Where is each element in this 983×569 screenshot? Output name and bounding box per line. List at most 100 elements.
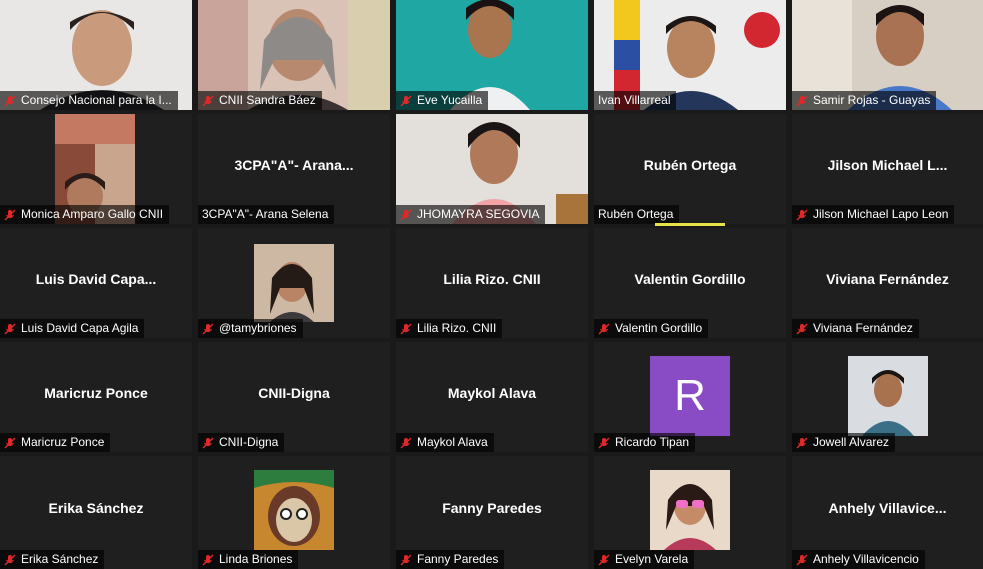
participant-display-name: Luis David Capa... bbox=[35, 270, 157, 287]
participant-initial-avatar: R bbox=[650, 356, 730, 436]
participant-display-name: CNII-Digna bbox=[258, 384, 330, 401]
active-speaker-indicator bbox=[655, 223, 725, 226]
participant-display-name: 3CPA"A"- Arana... bbox=[234, 156, 354, 173]
participant-name-label: @tamybriones bbox=[198, 319, 303, 338]
participant-avatar-photo bbox=[650, 470, 730, 550]
participant-name-label: Eve Yucailla bbox=[396, 91, 489, 110]
mic-muted-icon bbox=[400, 95, 412, 106]
participant-name-label: Ricardo Tipan bbox=[594, 433, 696, 452]
participant-name-label: Valentin Gordillo bbox=[594, 319, 709, 338]
participant-name: Valentin Gordillo bbox=[615, 321, 703, 335]
mic-muted-icon bbox=[4, 437, 16, 448]
participant-name-label: CNII Sandra Báez bbox=[198, 91, 322, 110]
participant-tile[interactable]: Evelyn Varela bbox=[594, 456, 786, 569]
participant-name: Monica Amparo Gallo CNII bbox=[21, 207, 164, 221]
mic-muted-icon bbox=[796, 95, 808, 106]
participant-tile[interactable]: Consejo Nacional para la I... bbox=[0, 0, 192, 110]
mic-muted-icon bbox=[4, 209, 16, 220]
participant-tile[interactable]: Maricruz Ponce Maricruz Ponce bbox=[0, 342, 192, 452]
participant-name-label: Rubén Ortega bbox=[594, 205, 680, 224]
participant-tile[interactable]: Eve Yucailla bbox=[396, 0, 588, 110]
participant-name: Eve Yucailla bbox=[417, 93, 483, 107]
participant-tile-active-speaker[interactable]: Ivan Villarreal bbox=[594, 0, 786, 110]
participant-tile[interactable]: Samir Rojas - Guayas bbox=[792, 0, 983, 110]
participant-name-label: Evelyn Varela bbox=[594, 550, 695, 569]
participant-avatar-photo bbox=[254, 470, 334, 550]
participant-name-label: JHOMAYRA SEGOVIA bbox=[396, 205, 546, 224]
participant-name: Ivan Villarreal bbox=[598, 93, 671, 107]
participant-tile[interactable]: Jilson Michael L... Jilson Michael Lapo … bbox=[792, 114, 983, 224]
participant-name: @tamybriones bbox=[219, 321, 297, 335]
mic-muted-icon bbox=[598, 554, 610, 565]
participant-name-label: Erika Sánchez bbox=[0, 550, 105, 569]
mic-muted-icon bbox=[400, 209, 412, 220]
participant-name-label: Jowell Alvarez bbox=[792, 433, 896, 452]
participant-tile[interactable]: Valentin Gordillo Valentin Gordillo bbox=[594, 228, 786, 338]
participant-name-label: Anhely Villavicencio bbox=[792, 550, 925, 569]
participant-tile[interactable]: Monica Amparo Gallo CNII bbox=[0, 114, 192, 224]
participant-display-name: Viviana Fernández bbox=[826, 270, 949, 287]
participant-name: Evelyn Varela bbox=[615, 552, 689, 566]
participant-tile[interactable]: CNII Sandra Báez bbox=[198, 0, 390, 110]
participant-display-name: Valentin Gordillo bbox=[634, 270, 746, 287]
participant-name: CNII-Digna bbox=[219, 435, 279, 449]
avatar-initial: R bbox=[674, 371, 706, 420]
participant-display-name: Maricruz Ponce bbox=[44, 384, 148, 401]
mic-muted-icon bbox=[796, 323, 808, 334]
participant-tile[interactable]: Rubén Ortega Rubén Ortega bbox=[594, 114, 786, 224]
participant-tile[interactable]: Anhely Villavice... Anhely Villavicencio bbox=[792, 456, 983, 569]
participant-display-name: Fanny Paredes bbox=[442, 499, 542, 516]
participant-tile[interactable]: Erika Sánchez Erika Sánchez bbox=[0, 456, 192, 569]
participant-tile[interactable]: R Ricardo Tipan bbox=[594, 342, 786, 452]
participant-name: Samir Rojas - Guayas bbox=[813, 93, 931, 107]
participant-tile[interactable]: Viviana Fernández Viviana Fernández bbox=[792, 228, 983, 338]
mic-muted-icon bbox=[598, 437, 610, 448]
participant-name: CNII Sandra Báez bbox=[219, 93, 316, 107]
participant-name: Maricruz Ponce bbox=[21, 435, 105, 449]
mic-muted-icon bbox=[202, 554, 214, 565]
participant-name: Viviana Fernández bbox=[813, 321, 913, 335]
mic-muted-icon bbox=[202, 323, 214, 334]
participant-display-name: Erika Sánchez bbox=[48, 499, 144, 516]
mic-muted-icon bbox=[4, 554, 16, 565]
participant-name: Ricardo Tipan bbox=[615, 435, 690, 449]
participant-name: 3CPA"A"- Arana Selena bbox=[202, 207, 329, 221]
participant-tile[interactable]: JHOMAYRA SEGOVIA bbox=[396, 114, 588, 224]
participant-name: Rubén Ortega bbox=[598, 207, 674, 221]
participant-display-name: Jilson Michael L... bbox=[827, 156, 948, 173]
participant-name-label: 3CPA"A"- Arana Selena bbox=[198, 205, 335, 224]
mic-muted-icon bbox=[400, 323, 412, 334]
participant-display-name: Lilia Rizo. CNII bbox=[443, 270, 541, 287]
mic-muted-icon bbox=[796, 437, 808, 448]
participant-name: Maykol Alava bbox=[417, 435, 488, 449]
participant-name-label: Viviana Fernández bbox=[792, 319, 919, 338]
participant-name-label: Consejo Nacional para la I... bbox=[0, 91, 178, 110]
participant-tile[interactable]: Jowell Alvarez bbox=[792, 342, 983, 452]
participant-name: Jowell Alvarez bbox=[813, 435, 890, 449]
participant-tile[interactable]: Linda Briones bbox=[198, 456, 390, 569]
participant-display-name: Anhely Villavice... bbox=[828, 499, 947, 516]
participant-avatar-photo bbox=[254, 244, 334, 322]
mic-muted-icon bbox=[400, 437, 412, 448]
participant-name: Consejo Nacional para la I... bbox=[21, 93, 172, 107]
participant-name-label: Samir Rojas - Guayas bbox=[792, 91, 937, 110]
participant-tile[interactable]: 3CPA"A"- Arana... 3CPA"A"- Arana Selena bbox=[198, 114, 390, 224]
mic-muted-icon bbox=[796, 554, 808, 565]
participant-name-label: Fanny Paredes bbox=[396, 550, 505, 569]
participant-avatar-photo bbox=[848, 356, 928, 436]
participant-tile[interactable]: Fanny Paredes Fanny Paredes bbox=[396, 456, 588, 569]
participant-tile[interactable]: Lilia Rizo. CNII Lilia Rizo. CNII bbox=[396, 228, 588, 338]
mic-muted-icon bbox=[400, 554, 412, 565]
participant-tile[interactable]: Maykol Alava Maykol Alava bbox=[396, 342, 588, 452]
participant-name-label: Monica Amparo Gallo CNII bbox=[0, 205, 170, 224]
participant-name-label: Maykol Alava bbox=[396, 433, 494, 452]
participant-tile[interactable]: @tamybriones bbox=[198, 228, 390, 338]
participant-name: Luis David Capa Agila bbox=[21, 321, 139, 335]
participant-tile[interactable]: Luis David Capa... Luis David Capa Agila bbox=[0, 228, 192, 338]
participant-name-label: Ivan Villarreal bbox=[594, 91, 677, 110]
mic-muted-icon bbox=[202, 437, 214, 448]
participant-name-label: Linda Briones bbox=[198, 550, 299, 569]
participant-name: JHOMAYRA SEGOVIA bbox=[417, 207, 540, 221]
participant-name-label: Jilson Michael Lapo Leon bbox=[792, 205, 955, 224]
participant-tile[interactable]: CNII-Digna CNII-Digna bbox=[198, 342, 390, 452]
